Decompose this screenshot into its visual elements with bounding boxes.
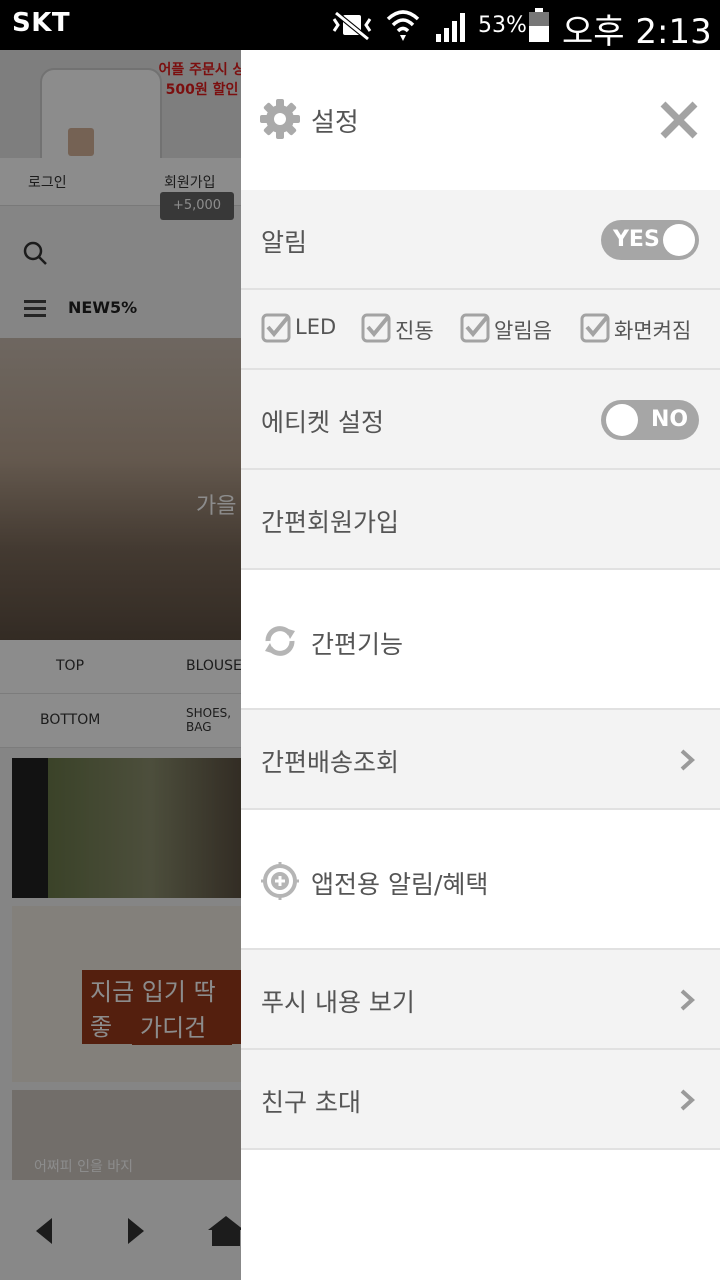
etiquette-toggle[interactable]: NO [601, 400, 699, 440]
checkbox-checked-icon [460, 313, 490, 343]
wifi-icon [386, 10, 420, 41]
easy-features-header: 간편기능 [241, 570, 720, 710]
signal-icon [436, 13, 465, 42]
notification-toggle[interactable]: YES [601, 220, 699, 260]
chevron-right-icon [680, 989, 695, 1011]
gear-icon [260, 99, 300, 139]
notification-options: LED 진동 알림음 화면켜짐 [241, 290, 720, 370]
settings-drawer: 설정 알림 YES LED 진동 알림음 화면켜짐 에티켓 설정 NO 간편회원… [241, 50, 720, 1280]
notification-label: 알림 [261, 228, 308, 257]
target-plus-icon [261, 862, 299, 900]
app-benefits-header: 앱전용 알림/혜택 [241, 810, 720, 950]
vibrate-mute-icon [332, 11, 372, 41]
invite-friends-row[interactable]: 친구 초대 [241, 1050, 720, 1150]
notification-row: 알림 YES [241, 190, 720, 290]
notification-options-row: LED 진동 알림음 화면켜짐 [241, 290, 720, 370]
chevron-right-icon [680, 1089, 695, 1111]
battery-percent: 53% [478, 13, 527, 38]
drawer-title: 설정 [311, 108, 359, 138]
checkbox-checked-icon [580, 313, 610, 343]
checkbox-checked-icon [361, 313, 391, 343]
carrier-label: SKT [12, 8, 71, 38]
drawer-header: 설정 [241, 50, 720, 190]
toggle-text: NO [651, 407, 689, 432]
push-content-label: 푸시 내용 보기 [261, 988, 415, 1017]
close-icon[interactable] [657, 98, 701, 142]
refresh-icon [265, 626, 295, 656]
app-benefits-title: 앱전용 알림/혜택 [311, 870, 489, 899]
etiquette-row: 에티켓 설정 NO [241, 370, 720, 470]
toggle-text: YES [613, 227, 660, 252]
easy-signup-label: 간편회원가입 [261, 508, 400, 537]
invite-friends-label: 친구 초대 [261, 1088, 361, 1117]
status-bar: SKT 53% 오후 2:13 [0, 0, 720, 52]
delivery-lookup-label: 간편배송조회 [261, 748, 400, 777]
toggle-knob [606, 404, 638, 436]
toggle-knob [663, 224, 695, 256]
checkbox-checked-icon [261, 313, 291, 343]
easy-signup-row[interactable]: 간편회원가입 [241, 470, 720, 570]
clock: 오후 2:13 [562, 12, 712, 52]
chevron-right-icon [680, 749, 695, 771]
delivery-lookup-row[interactable]: 간편배송조회 [241, 710, 720, 810]
push-content-row[interactable]: 푸시 내용 보기 [241, 950, 720, 1050]
etiquette-label: 에티켓 설정 [261, 408, 384, 437]
battery-icon [529, 8, 549, 42]
easy-features-title: 간편기능 [311, 630, 404, 659]
dim-overlay[interactable] [0, 50, 242, 1280]
